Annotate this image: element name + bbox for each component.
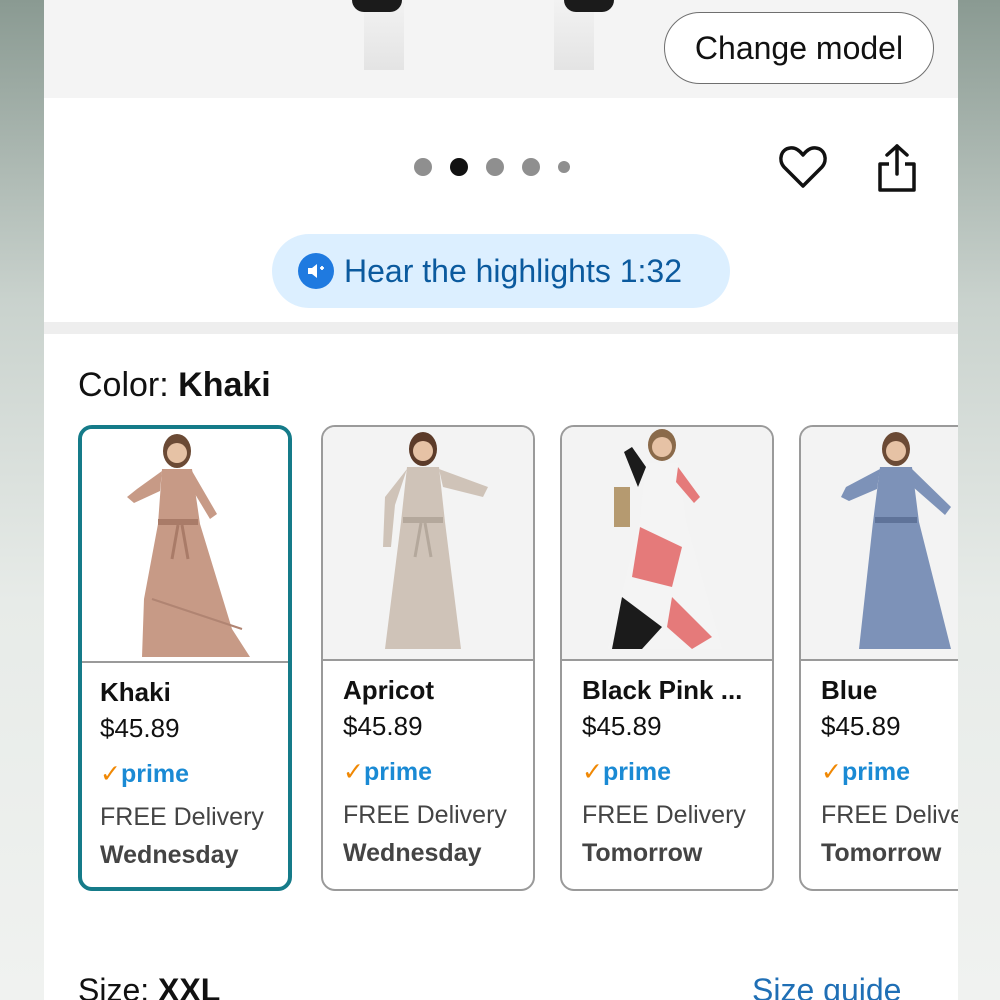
color-selection-label: Color: Khaki	[78, 366, 271, 405]
prime-check-icon: ✓	[582, 758, 603, 786]
section-divider	[44, 322, 958, 334]
delivery-day: Wednesday	[343, 839, 482, 867]
delivery-label: FREE Delivery	[100, 803, 264, 831]
dress-image-black-pink	[562, 427, 772, 661]
size-guide-link[interactable]: Size guide	[752, 972, 901, 1000]
hear-highlights-label: Hear the highlights 1:32	[344, 252, 682, 289]
size-prefix: Size:	[78, 972, 159, 1000]
prime-label: prime	[120, 760, 190, 788]
heart-icon[interactable]	[778, 142, 828, 192]
prime-check-icon: ✓	[100, 760, 121, 788]
dress-image-khaki	[82, 429, 288, 663]
share-icon[interactable]	[874, 142, 920, 194]
carousel-dot[interactable]	[558, 161, 570, 173]
color-option-apricot[interactable]: Apricot $45.89 ✓prime FREE Delivery Wedn…	[321, 425, 535, 891]
delivery-day: Wednesday	[100, 841, 239, 869]
variant-name: Black Pink ...	[582, 675, 743, 705]
carousel-dot[interactable]	[486, 158, 504, 176]
model-shoe-right	[564, 0, 614, 12]
image-carousel-dots[interactable]	[414, 158, 570, 176]
color-prefix: Color:	[78, 366, 179, 404]
selected-size: XXL	[158, 972, 221, 1000]
prime-label: prime	[841, 758, 911, 786]
hear-highlights-button[interactable]: Hear the highlights 1:32	[272, 234, 730, 308]
prime-badge: ✓prime	[582, 757, 671, 787]
model-shoe-left	[352, 0, 402, 12]
variant-price: $45.89	[343, 711, 423, 741]
delivery-day: Tomorrow	[821, 839, 942, 867]
delivery-day: Tomorrow	[582, 839, 703, 867]
carousel-dot-active[interactable]	[450, 158, 468, 176]
color-option-black-pink[interactable]: Black Pink ... $45.89 ✓prime FREE Delive…	[560, 425, 774, 891]
size-selection-label: Size: XXL	[78, 972, 220, 1000]
delivery-label: FREE Delive	[821, 801, 958, 829]
prime-check-icon: ✓	[821, 758, 842, 786]
carousel-dot[interactable]	[522, 158, 540, 176]
prime-badge: ✓prime	[100, 759, 189, 789]
prime-badge: ✓prime	[821, 757, 910, 787]
dress-image-blue	[801, 427, 958, 661]
carousel-dot[interactable]	[414, 158, 432, 176]
speaker-icon	[298, 253, 334, 289]
color-option-khaki[interactable]: Khaki $45.89 ✓prime FREE Delivery Wednes…	[78, 425, 292, 891]
variant-price: $45.89	[821, 711, 901, 741]
prime-check-icon: ✓	[343, 758, 364, 786]
selected-color: Khaki	[178, 366, 271, 404]
variant-price: $45.89	[100, 713, 180, 743]
dress-image-apricot	[323, 427, 533, 661]
color-option-blue[interactable]: Blue $45.89 ✓prime FREE Delive Tomorrow	[799, 425, 958, 891]
product-page: Change model Hear the highlights 1:32 Co…	[44, 0, 958, 1000]
variant-name: Apricot	[343, 675, 434, 705]
prime-badge: ✓prime	[343, 757, 432, 787]
variant-name: Blue	[821, 675, 878, 705]
prime-label: prime	[363, 758, 433, 786]
delivery-label: FREE Delivery	[343, 801, 507, 829]
variant-name: Khaki	[100, 677, 171, 707]
prime-label: prime	[602, 758, 672, 786]
variant-price: $45.89	[582, 711, 662, 741]
delivery-label: FREE Delivery	[582, 801, 746, 829]
product-image-area[interactable]: Change model	[44, 0, 958, 98]
change-model-button[interactable]: Change model	[664, 12, 934, 84]
